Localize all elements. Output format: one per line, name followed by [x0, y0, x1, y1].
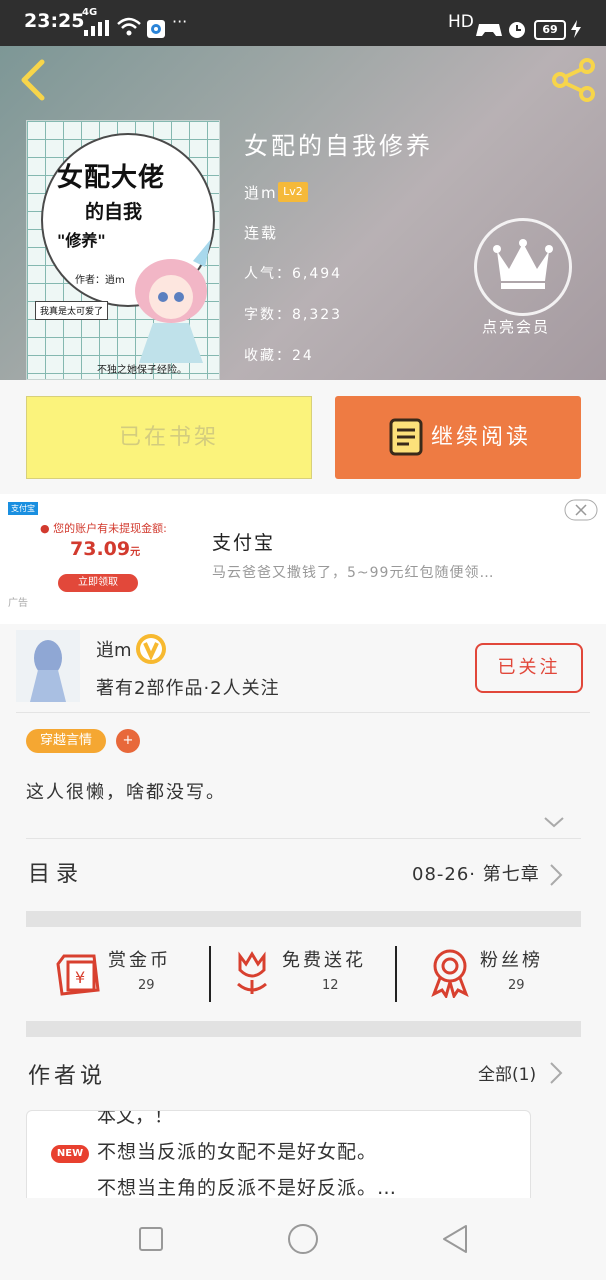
- continue-reading-button[interactable]: 继续阅读: [335, 396, 581, 479]
- divider: [16, 712, 590, 713]
- cover-bottom-text: 不独之她保子经险。: [97, 365, 187, 376]
- svg-text:¥: ¥: [75, 968, 85, 987]
- ad-claim-button[interactable]: 立即领取: [58, 574, 138, 592]
- home-icon[interactable]: [286, 1222, 320, 1256]
- section-divider: [26, 1021, 581, 1037]
- divider: [395, 946, 397, 1002]
- signal-icon: [84, 20, 109, 36]
- book-status: 连载: [244, 224, 279, 242]
- crown-icon: [493, 239, 553, 289]
- divider: [26, 838, 581, 839]
- chevron-down-icon[interactable]: [542, 814, 566, 830]
- author-says-title: 作者说: [28, 1064, 107, 1089]
- view-all-link[interactable]: 全部(1): [478, 1058, 568, 1088]
- ad-description: 马云爸爸又撒钱了，5~99元红包随便领…: [212, 565, 495, 581]
- chevron-right-icon: [550, 1062, 563, 1084]
- stat-label: 免费送花: [282, 950, 366, 971]
- author-level-badge: Lv2: [278, 182, 308, 202]
- author-avatar[interactable]: [16, 630, 80, 702]
- status-bar: 23:25 4G ··· HD 69: [0, 0, 606, 46]
- in-bookshelf-button[interactable]: 已在书架: [26, 396, 312, 479]
- recent-apps-icon[interactable]: [138, 1226, 164, 1252]
- note-line: 不想当反派的女配不是好女配。: [97, 1141, 378, 1163]
- continue-reading-label: 继续阅读: [431, 425, 532, 450]
- medal-icon: [431, 949, 469, 998]
- book-title: 女配的自我修养: [244, 132, 433, 160]
- charging-icon: [571, 20, 581, 38]
- ad-label: 广告: [8, 598, 28, 609]
- author-bio: 这人很懒，啥都没写。: [26, 782, 226, 803]
- stat-value: 12: [322, 978, 339, 993]
- app-notification-icon: [147, 20, 165, 38]
- ad-balance-text: ● 您的账户有未提现金额:: [40, 522, 167, 535]
- more-notifications: ···: [172, 12, 188, 31]
- ad-title: 支付宝: [212, 532, 276, 554]
- cover-title-3: "修养": [57, 231, 106, 250]
- hd-indicator: HD: [448, 12, 474, 32]
- latest-chapter: 08-26· 第七章: [412, 864, 540, 885]
- free-flower-item[interactable]: 免费送花 12: [226, 940, 386, 1002]
- cover-character-illustration: [135, 239, 211, 363]
- new-badge: NEW: [51, 1145, 89, 1163]
- alarm-icon: [509, 22, 525, 38]
- gamepad-icon: [476, 24, 502, 36]
- network-type: 4G: [82, 7, 98, 18]
- cover-title-1: 女配大佬: [57, 163, 166, 193]
- battery-icon: 69: [534, 20, 566, 40]
- chevron-right-icon: [550, 864, 563, 886]
- section-divider: [26, 911, 581, 927]
- vip-label[interactable]: 点亮会员: [482, 316, 550, 337]
- back-arrow-icon[interactable]: [14, 58, 50, 102]
- back-icon[interactable]: [440, 1224, 470, 1254]
- stat-label: 粉丝榜: [480, 950, 543, 971]
- ad-banner[interactable]: 支付宝 ● 您的账户有未提现金额: 73.09元 立即领取 广告 支付宝 马云爸…: [0, 494, 606, 624]
- ad-amount: 73.09元: [70, 538, 141, 560]
- system-nav-bar: [0, 1198, 606, 1280]
- money-envelope-icon: ¥: [56, 954, 100, 996]
- add-tag-button[interactable]: +: [116, 729, 140, 753]
- author-name[interactable]: 逍m: [244, 182, 278, 203]
- book-cover[interactable]: 女配大佬 的自我 "修养" 作者：逍m 我真是太可爱了 不独之她保子经险。: [26, 120, 220, 380]
- alipay-logo: 支付宝: [8, 502, 38, 515]
- word-count: 字数：8,323: [244, 307, 343, 323]
- cover-caption: 我真是太可爱了: [35, 301, 109, 320]
- author-note-card[interactable]: 本文，！ NEW 不想当反派的女配不是好女配。 不想当主角的反派不是好反派。…: [26, 1110, 531, 1208]
- book-icon: [389, 418, 423, 456]
- stat-label: 赏金币: [108, 950, 171, 971]
- note-line: 不想当主角的反派不是好反派。…: [97, 1177, 398, 1199]
- toc-label: 目录: [28, 862, 85, 887]
- flower-icon: [237, 951, 267, 994]
- popularity: 人气：6,494: [244, 266, 343, 282]
- note-line: 本文，！: [97, 1110, 174, 1127]
- reward-coins-item[interactable]: ¥ 赏金币 29: [50, 940, 200, 1002]
- clock: 23:25: [24, 10, 85, 32]
- divider: [209, 946, 211, 1002]
- vip-button[interactable]: [474, 218, 572, 316]
- view-all-label: 全部(1): [478, 1065, 537, 1085]
- wifi-icon: [117, 17, 141, 36]
- follow-button[interactable]: 已关注: [475, 643, 583, 693]
- cover-author: 作者：逍m: [75, 275, 125, 286]
- cover-title-2: 的自我: [85, 201, 143, 223]
- genre-tag[interactable]: 穿越言情: [26, 729, 106, 753]
- fan-ranking-item[interactable]: 粉丝榜 29: [424, 940, 574, 1002]
- share-icon[interactable]: [550, 57, 598, 103]
- table-of-contents-row[interactable]: 目录 08-26· 第七章: [0, 840, 606, 906]
- author-works-stats: 著有2部作品·2人关注: [96, 678, 280, 699]
- ad-close-icon[interactable]: [564, 499, 598, 521]
- author-name-label[interactable]: 逍m: [96, 636, 132, 662]
- stat-value: 29: [138, 978, 155, 993]
- stat-value: 29: [508, 978, 525, 993]
- favorites-count: 收藏：24: [244, 348, 314, 364]
- verified-v-icon: [136, 634, 166, 664]
